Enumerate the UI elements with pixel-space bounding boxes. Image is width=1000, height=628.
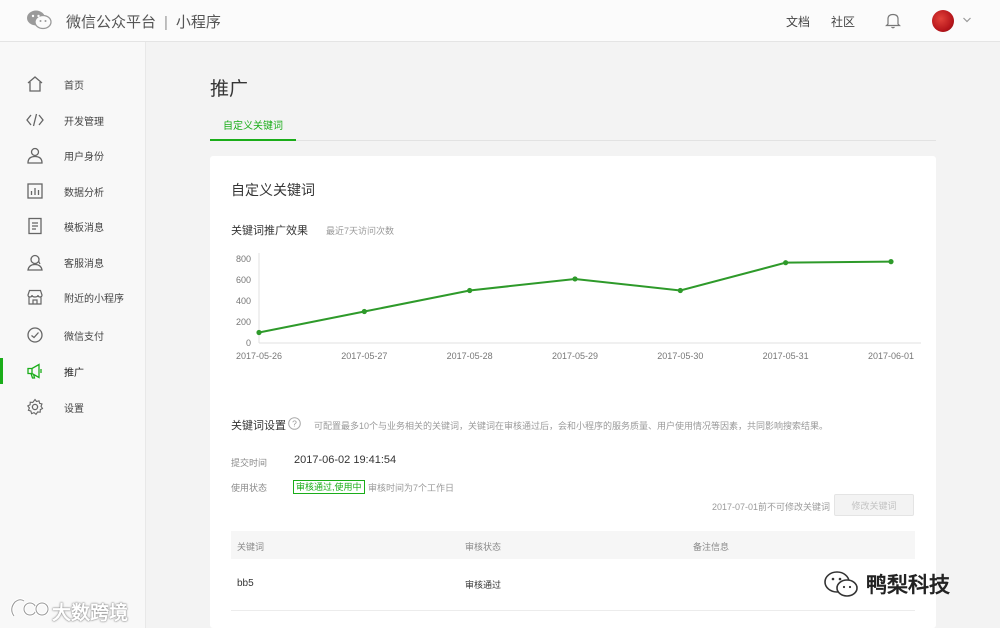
tab-divider <box>210 140 936 141</box>
brand-name: 微信公众平台 <box>66 14 157 31</box>
table-row: bb5 审核通过 <box>231 559 915 611</box>
sidebar-item-wechat-pay[interactable]: 微信支付 <box>0 320 146 350</box>
x-tick-label: 2017-05-27 <box>341 351 387 361</box>
home-icon <box>27 76 43 92</box>
user-icon <box>27 147 43 164</box>
brand-title: 微信公众平台 | 小程序 <box>66 11 221 32</box>
store-icon <box>27 289 43 305</box>
y-tick-label: 800 <box>236 254 251 264</box>
chart-title: 关键词推广效果 <box>231 225 308 237</box>
chart-subtitle: 最近7天访问次数 <box>326 226 395 236</box>
data-point <box>888 259 894 265</box>
sidebar-item-label: 附近的小程序 <box>64 294 124 305</box>
sidebar-item-settings[interactable]: 设置 <box>0 392 146 422</box>
series-line <box>258 260 892 334</box>
x-tick-label: 2017-05-30 <box>657 351 703 361</box>
megaphone-icon <box>27 363 42 379</box>
data-point <box>572 276 578 282</box>
keyword-table-header: 关键词 审核状态 备注信息 <box>231 531 915 559</box>
bar-chart-icon <box>27 183 43 199</box>
watermark-right-text: 鸭梨科技 <box>866 574 950 597</box>
modify-keywords-button[interactable]: 修改关键词 <box>834 494 914 516</box>
sidebar-item-label: 设置 <box>64 404 84 415</box>
brand-separator: | <box>164 14 168 31</box>
status-note: 审核时间为7个工作日 <box>368 483 455 493</box>
sidebar-item-label: 推广 <box>64 368 84 379</box>
keyword-settings-title: 关键词设置 <box>231 420 286 432</box>
sidebar-item-user-identity[interactable]: 用户身份 <box>0 140 146 170</box>
help-icon[interactable]: ? <box>288 417 301 430</box>
data-point <box>256 329 262 336</box>
sidebar-item-promotion[interactable]: 推广 <box>0 356 146 386</box>
data-point <box>361 308 367 315</box>
sidebar-item-nearby-miniprograms[interactable]: 附近的小程序 <box>0 282 146 312</box>
keyword-settings-description: 可配置最多10个与业务相关的关键词，关键词在审核通过后，会和小程序的服务质量、用… <box>314 421 829 431</box>
card-title: 自定义关键词 <box>231 182 315 198</box>
data-point <box>677 287 683 294</box>
avatar[interactable] <box>932 10 954 32</box>
submit-time-value: 2017-06-02 19:41:54 <box>294 454 397 466</box>
svg-text:?: ? <box>292 419 297 429</box>
top-bar: 微信公众平台 | 小程序 文档 社区 <box>0 0 1000 42</box>
community-link[interactable]: 社区 <box>831 13 855 30</box>
page-title: 推广 <box>210 79 249 100</box>
cell-keyword: bb5 <box>237 578 254 589</box>
docs-link[interactable]: 文档 <box>786 13 810 30</box>
status-label: 使用状态 <box>231 483 268 493</box>
x-tick-label: 2017-05-31 <box>763 351 809 361</box>
column-header-keyword: 关键词 <box>237 542 265 552</box>
submit-time-label: 提交时间 <box>231 458 268 468</box>
product-name: 小程序 <box>175 14 221 31</box>
y-tick-label: 400 <box>236 296 251 306</box>
sidebar-item-template-messages[interactable]: 模板消息 <box>0 211 146 241</box>
document-icon <box>28 217 42 235</box>
pay-icon <box>27 327 43 343</box>
sidebar-item-dev-management[interactable]: 开发管理 <box>0 105 146 135</box>
watermark-left-text: 大数跨境 <box>52 603 129 624</box>
watermark-left-logo-icon <box>10 598 50 617</box>
sidebar-item-label: 用户身份 <box>64 152 104 163</box>
y-tick-label: 200 <box>236 317 251 327</box>
gear-icon <box>26 398 44 416</box>
sidebar-item-label: 首页 <box>64 81 84 92</box>
sidebar-item-label: 微信支付 <box>64 332 104 343</box>
line-chart: 0 200 400 600 800 2017-05-26 2017-05-27 2017-05… <box>236 253 921 361</box>
column-header-note: 备注信息 <box>693 542 730 552</box>
sidebar: 首页 开发管理 用户身份 数据分析 模板消息 客服消息 附近的小程序 微信支付 … <box>0 42 146 628</box>
y-tick-label: 0 <box>246 338 251 348</box>
wechat-logo-icon[interactable] <box>26 9 52 31</box>
x-tick-label: 2017-05-26 <box>236 351 282 361</box>
data-point <box>783 260 789 266</box>
sidebar-item-customer-messages[interactable]: 客服消息 <box>0 247 146 277</box>
notification-bell-icon[interactable] <box>885 12 901 29</box>
chevron-down-icon[interactable] <box>962 16 972 24</box>
x-tick-label: 2017-06-01 <box>868 351 914 361</box>
sidebar-item-label: 数据分析 <box>64 188 104 199</box>
sidebar-item-label: 客服消息 <box>64 259 104 270</box>
x-tick-label: 2017-05-28 <box>447 351 493 361</box>
headset-user-icon <box>27 254 43 271</box>
y-tick-label: 600 <box>236 275 251 285</box>
sidebar-item-home[interactable]: 首页 <box>0 69 146 99</box>
data-point <box>467 287 473 294</box>
sidebar-item-label: 模板消息 <box>64 223 104 234</box>
cell-review-status: 审核通过 <box>465 580 502 590</box>
modify-restriction-note: 2017-07-01前不可修改关键词 <box>712 502 831 512</box>
code-icon <box>26 113 44 127</box>
status-badge: 审核通过,使用中 <box>293 480 365 494</box>
watermark-wechat-icon <box>824 571 858 597</box>
x-tick-label: 2017-05-29 <box>552 351 598 361</box>
sidebar-item-label: 开发管理 <box>64 117 104 128</box>
tab-custom-keywords[interactable]: 自定义关键词 <box>210 117 296 141</box>
sidebar-item-data-analysis[interactable]: 数据分析 <box>0 176 146 206</box>
column-header-review-status: 审核状态 <box>465 542 502 552</box>
